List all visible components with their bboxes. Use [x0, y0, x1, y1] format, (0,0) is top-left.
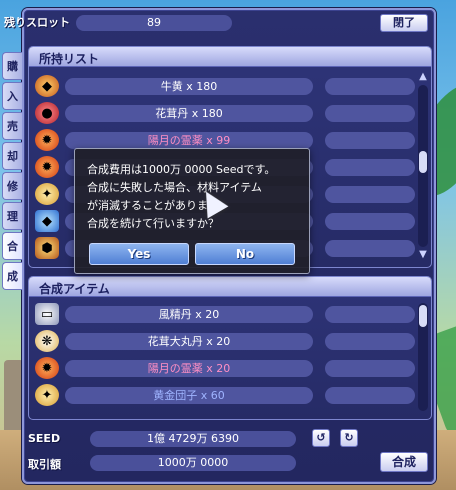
- item-name: 陽月の霊薬 x 20: [65, 360, 313, 377]
- no-button[interactable]: No: [195, 243, 295, 265]
- item-extra-field: [325, 186, 415, 203]
- red-pill-icon: ●: [35, 102, 59, 124]
- list-item[interactable]: ◆ 牛黄 x 180: [35, 75, 421, 97]
- jewel-cluster-icon: ❋: [35, 330, 59, 352]
- synthesis-list-panel: 合成アイテム ▭ 風精丹 x 20 ❋ 花茸大丸丹 x 20 ✹ 陽月の霊薬 x…: [28, 276, 432, 420]
- tab-buy-2[interactable]: 入: [2, 82, 22, 110]
- confirm-dialog: 合成費用は1000万 0000 Seedです。 合成に失敗した場合、材料アイテム…: [74, 148, 310, 274]
- golden-orb-icon: ✦: [35, 183, 59, 205]
- remaining-slots-value: 89: [76, 15, 232, 31]
- orange-gem-icon: ◆: [35, 75, 59, 97]
- item-name: 風精丹 x 20: [65, 306, 313, 323]
- scroll-down-icon[interactable]: ▼: [417, 249, 429, 261]
- dialog-text: 合成に失敗した場合、材料アイテム: [87, 181, 262, 194]
- dialog-text: 合成を続けて行いますか？: [87, 217, 219, 230]
- item-extra-field: [325, 387, 415, 404]
- item-name: 陽月の霊薬 x 99: [65, 132, 313, 149]
- fire-orb-icon: ✹: [35, 357, 59, 379]
- item-name: 花茸丹 x 180: [65, 105, 313, 122]
- item-extra-field: [325, 306, 415, 323]
- stone-pillar: [4, 360, 24, 440]
- golden-orb-icon: ✦: [35, 384, 59, 406]
- item-name: 黄金団子 x 60: [65, 387, 313, 404]
- golden-shield-icon: ⬢: [35, 237, 59, 259]
- scroll-up-icon[interactable]: ▲: [417, 71, 429, 83]
- item-extra-field: [325, 213, 415, 230]
- item-name: 花茸大丸丹 x 20: [65, 333, 313, 350]
- seed-value: 1億 4729万 6390: [90, 431, 296, 447]
- remaining-slots-label: 残りスロット: [4, 16, 70, 29]
- side-tabs: 購 入 売 却 修 理 合 成: [2, 52, 24, 292]
- fire-orb-icon: ✹: [35, 129, 59, 151]
- blue-crystal-icon: ◆: [35, 210, 59, 232]
- tab-sell-1[interactable]: 売: [2, 112, 22, 140]
- trade-amount-value: 1000万 0000: [90, 455, 296, 471]
- tab-buy-1[interactable]: 購: [2, 52, 22, 80]
- synthesize-button[interactable]: 合成: [380, 452, 428, 472]
- owned-list-scrollbar[interactable]: [418, 85, 428, 247]
- item-extra-field: [325, 360, 415, 377]
- list-item[interactable]: ● 花茸丹 x 180: [35, 102, 421, 124]
- close-button[interactable]: 閉了: [380, 14, 428, 32]
- synthesis-list-header: 合成アイテム: [29, 277, 431, 297]
- item-extra-field: [325, 78, 415, 95]
- tab-synthesis-2[interactable]: 成: [2, 262, 22, 290]
- tab-synthesis-1[interactable]: 合: [2, 232, 22, 260]
- owned-list-header: 所持リスト: [29, 47, 431, 67]
- refresh-icon[interactable]: ↺: [312, 429, 330, 447]
- tab-sell-2[interactable]: 却: [2, 142, 22, 170]
- synthesis-list-title: 合成アイテム: [39, 282, 110, 296]
- list-item[interactable]: ✹ 陽月の霊薬 x 20: [35, 357, 421, 379]
- synthesis-list-scrollbar[interactable]: [418, 303, 428, 411]
- item-extra-field: [325, 132, 415, 149]
- tab-repair-2[interactable]: 理: [2, 202, 22, 230]
- item-extra-field: [325, 105, 415, 122]
- dialog-text: 合成費用は1000万 0000 Seedです。: [87, 163, 276, 176]
- silver-scroll-icon: ▭: [35, 303, 59, 325]
- trade-amount-label: 取引額: [28, 458, 61, 471]
- window-header: 残りスロット 89 閉了: [0, 0, 456, 34]
- list-item[interactable]: ✦ 黄金団子 x 60: [35, 384, 421, 406]
- fire-orb-icon: ✹: [35, 156, 59, 178]
- scrollbar-thumb[interactable]: [419, 151, 427, 173]
- tab-repair-1[interactable]: 修: [2, 172, 22, 200]
- seed-label: SEED: [28, 432, 61, 445]
- owned-list-title: 所持リスト: [39, 52, 100, 66]
- item-name: 牛黄 x 180: [65, 78, 313, 95]
- item-extra-field: [325, 240, 415, 257]
- redo-icon[interactable]: ↻: [340, 429, 358, 447]
- item-extra-field: [325, 333, 415, 350]
- list-item[interactable]: ▭ 風精丹 x 20: [35, 303, 421, 325]
- item-extra-field: [325, 159, 415, 176]
- list-item[interactable]: ❋ 花茸大丸丹 x 20: [35, 330, 421, 352]
- yes-button[interactable]: Yes: [89, 243, 189, 265]
- scrollbar-thumb[interactable]: [419, 305, 427, 327]
